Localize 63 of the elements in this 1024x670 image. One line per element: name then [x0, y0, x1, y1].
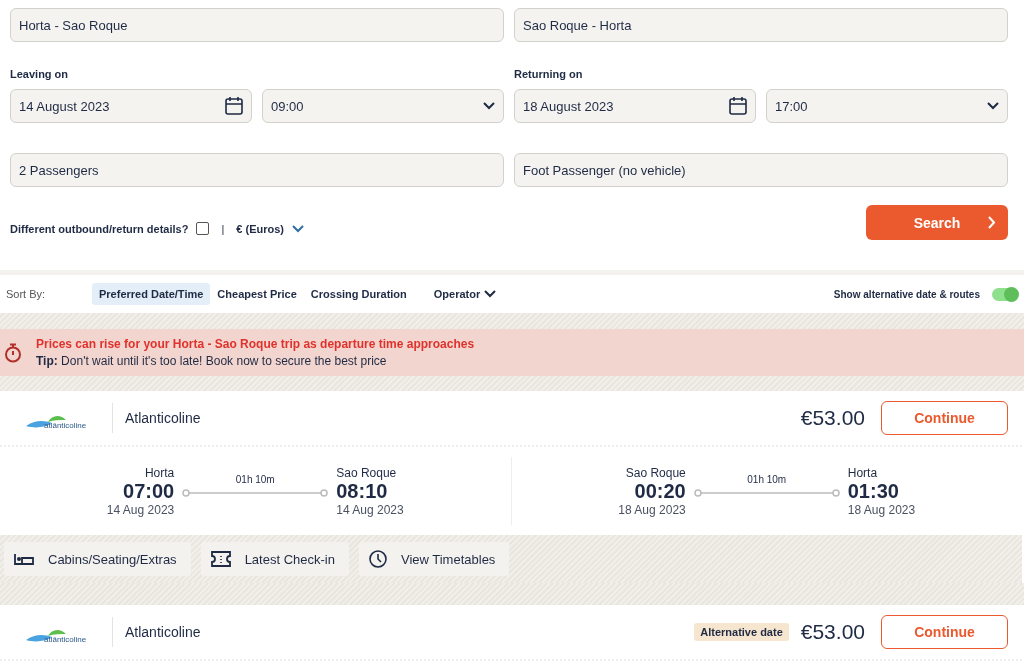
separator: |: [221, 222, 225, 235]
search-button[interactable]: Search: [866, 205, 1008, 240]
departure-time: 07:00: [123, 479, 175, 503]
passengers-field[interactable]: 2 Passengers: [10, 153, 504, 187]
time-select[interactable]: 09:00: [262, 89, 504, 123]
price: €53.00: [800, 620, 865, 644]
vehicle-field[interactable]: Foot Passenger (no vehicle): [514, 153, 1008, 187]
date-field[interactable]: 14 August 2023: [10, 89, 252, 123]
chevron-down-icon: [484, 290, 497, 298]
route-line-icon: [182, 488, 329, 497]
departure-port: Sao Roque: [625, 465, 686, 480]
arrival-port: Horta: [847, 465, 878, 480]
bed-icon: [14, 553, 34, 565]
arrival-date: 14 Aug 2023: [336, 502, 404, 517]
stopwatch-icon: [4, 342, 22, 363]
clock-icon: [368, 550, 387, 568]
ticket-icon: [210, 551, 231, 567]
alternative-routes-label: Show alternative date & routes: [833, 288, 980, 300]
alert-title: Prices can rise for your Horta - Sao Roque trip as departure time approaches: [36, 337, 475, 351]
sort-option[interactable]: Preferred Date/Time: [92, 283, 211, 305]
calendar-icon: [729, 97, 747, 115]
departure-port: Horta: [144, 465, 175, 480]
price: €53.00: [800, 406, 865, 430]
toggle-switch[interactable]: [992, 287, 1018, 301]
continue-button[interactable]: Continue: [881, 615, 1008, 649]
arrival-time: 08:10: [336, 479, 388, 503]
date-label: Leaving on: [10, 68, 70, 80]
operator-name: Atlanticoline: [112, 403, 201, 433]
time-select[interactable]: 17:00: [766, 89, 1008, 123]
alternative-date-badge: Alternative date: [694, 623, 789, 641]
logo-text: atlânticoline: [44, 635, 87, 644]
departure-date: 18 Aug 2023: [618, 502, 686, 517]
extras-button[interactable]: Cabins/Seating/Extras: [4, 542, 191, 576]
continue-button[interactable]: Continue: [881, 401, 1008, 435]
arrival-date: 18 Aug 2023: [847, 502, 916, 517]
route-field[interactable]: Horta - Sao Roque: [10, 8, 504, 42]
operator-dropdown[interactable]: Operator: [427, 287, 503, 301]
calendar-icon: [225, 97, 243, 115]
sort-option[interactable]: Cheapest Price: [210, 283, 304, 305]
arrival-time: 01:30: [847, 479, 899, 503]
chevron-right-icon: [988, 216, 996, 229]
chevron-down-icon: [987, 102, 999, 110]
currency-select[interactable]: € (Euros): [236, 222, 284, 235]
different-details-label: Different outbound/return details?: [10, 222, 189, 235]
departure-date: 14 Aug 2023: [106, 502, 175, 517]
extras-button[interactable]: Latest Check-in: [200, 542, 349, 576]
arrival-port: Sao Roque: [336, 465, 397, 480]
route-field[interactable]: Sao Roque - Horta: [514, 8, 1008, 42]
operator-name: Atlanticoline: [112, 617, 201, 647]
checkbox[interactable]: [196, 222, 210, 235]
sort-option[interactable]: Crossing Duration: [303, 283, 414, 305]
date-label: Returning on: [514, 68, 584, 80]
route-line-icon: [693, 488, 840, 497]
chevron-down-icon: [483, 102, 495, 110]
sort-label: Sort By:: [6, 288, 47, 300]
alert-tip: Tip: Don't wait until it's too late! Book now to secure the best price: [36, 354, 388, 368]
logo-text: atlânticoline: [44, 421, 87, 430]
departure-time: 00:20: [634, 479, 686, 503]
extras-button[interactable]: View Timetables: [358, 542, 510, 576]
date-field[interactable]: 18 August 2023: [514, 89, 756, 123]
duration: 01h 10m: [235, 473, 275, 485]
duration: 01h 10m: [747, 473, 787, 485]
chevron-down-icon: [292, 224, 304, 233]
